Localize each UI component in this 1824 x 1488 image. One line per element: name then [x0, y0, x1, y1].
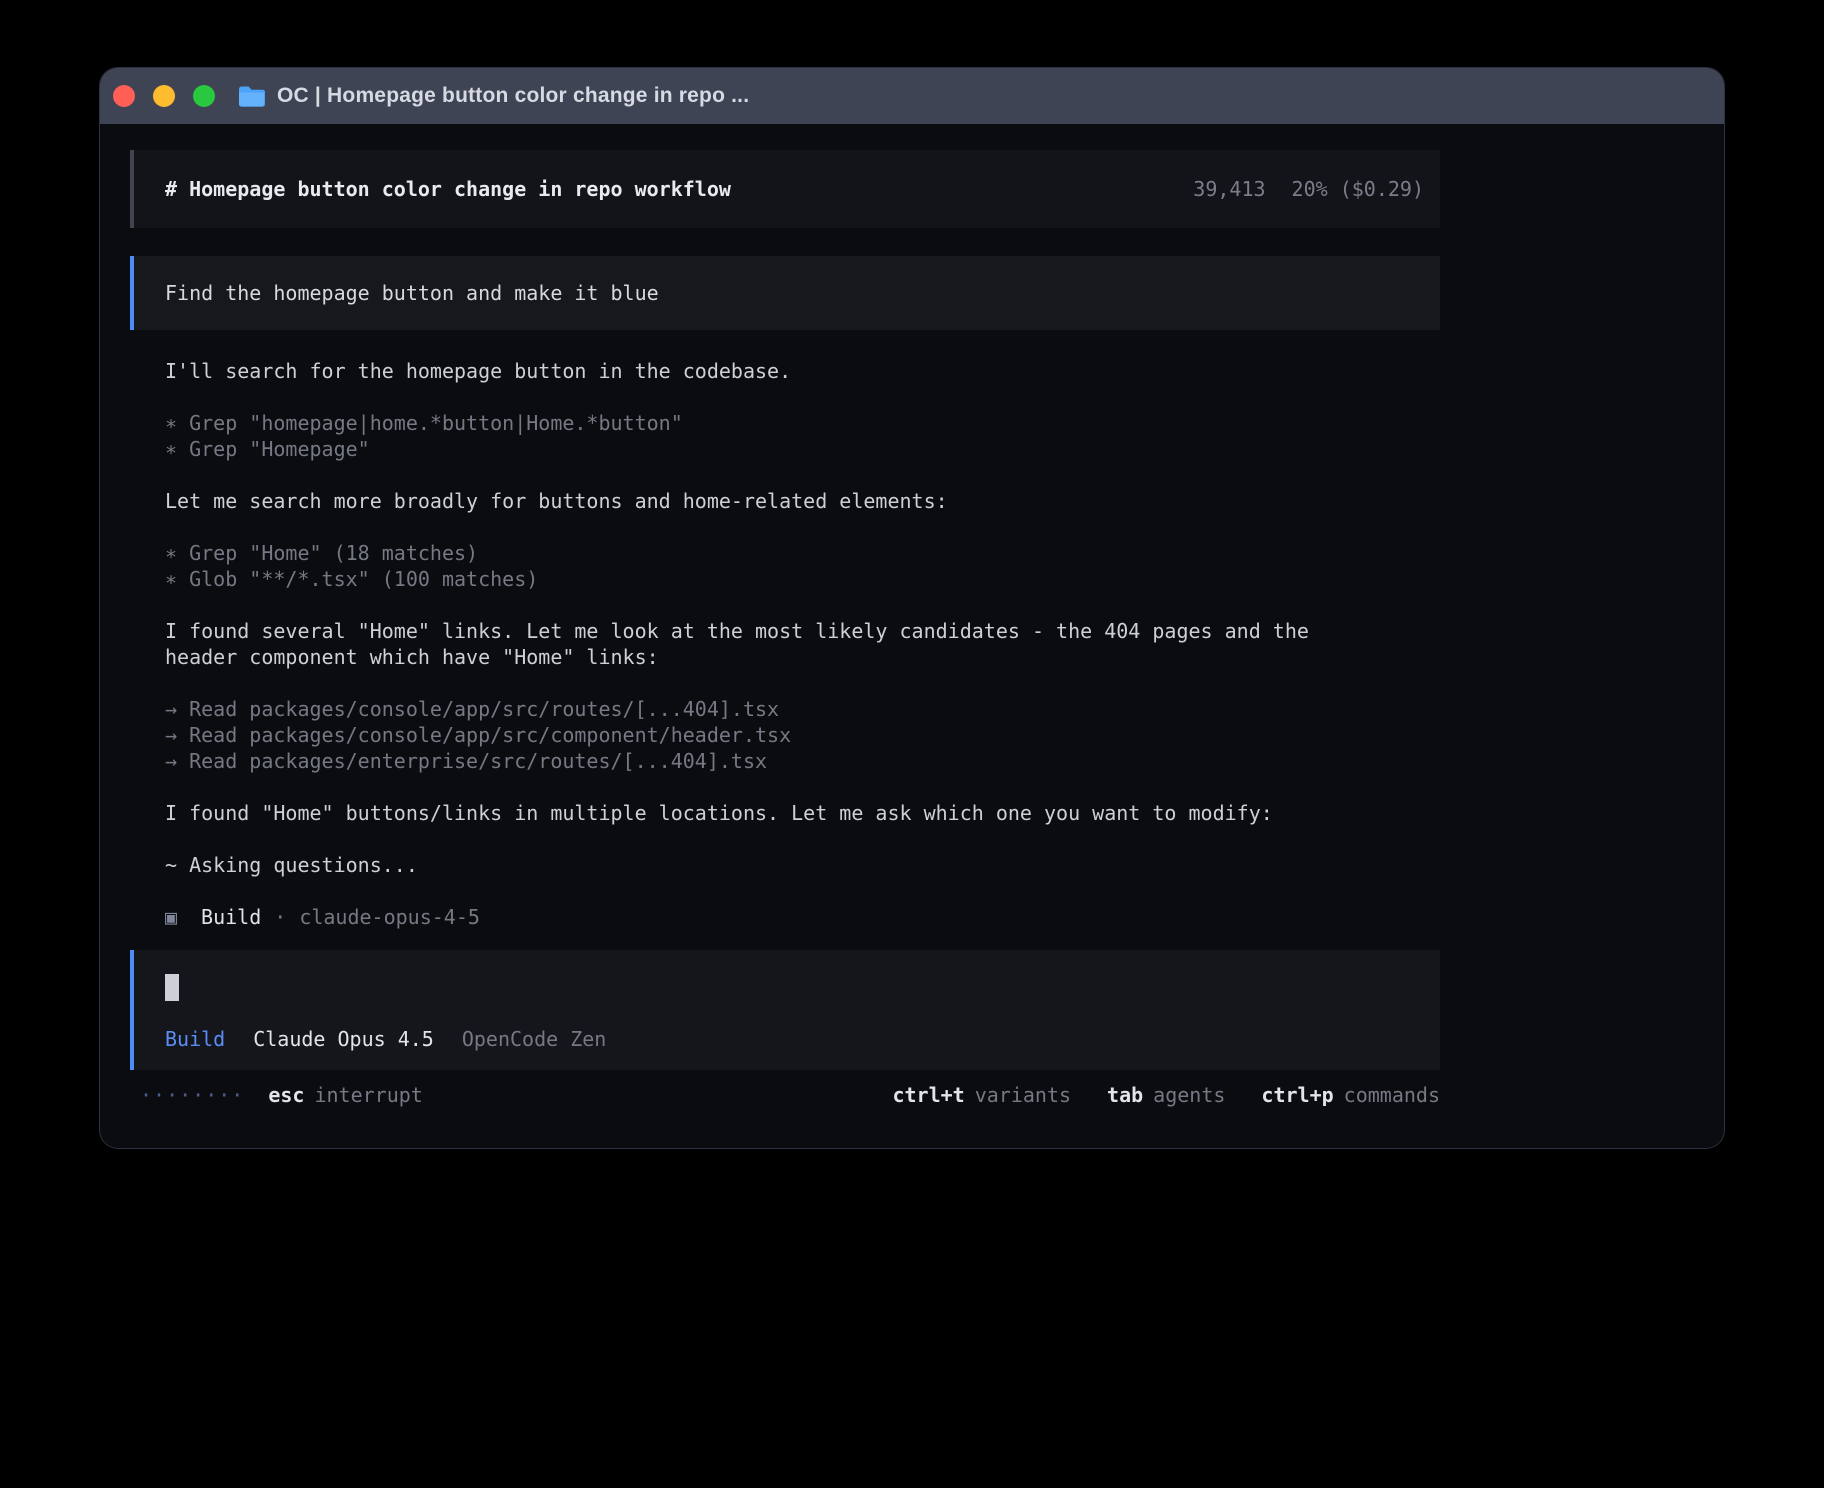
tool-call-grep: ∗ Grep "Home" (18 matches) — [165, 540, 1355, 566]
conversation: I'll search for the homepage button in t… — [130, 358, 1355, 930]
traffic-lights — [113, 85, 215, 107]
tool-call-read: → Read packages/console/app/src/componen… — [165, 722, 1355, 748]
assistant-message: I found "Home" buttons/links in multiple… — [165, 800, 1355, 826]
tool-call-read: → Read packages/enterprise/src/routes/[.… — [165, 748, 1355, 774]
status-bar-right: ctrl+t variants tab agents ctrl+p comman… — [892, 1082, 1440, 1108]
context-usage: 20% ($0.29) — [1292, 177, 1424, 201]
input-model-label: Claude Opus 4.5 — [253, 1026, 434, 1052]
shortcut-label: agents — [1153, 1082, 1225, 1108]
token-count: 39,413 — [1193, 177, 1265, 201]
shortcut-label: commands — [1344, 1082, 1440, 1108]
text-cursor — [165, 974, 179, 1001]
input-status-line: Build Claude Opus 4.5 OpenCode Zen — [165, 1026, 1440, 1052]
session-title: # Homepage button color change in repo w… — [165, 177, 731, 201]
shortcut-key: ctrl+t — [892, 1082, 964, 1108]
zoom-button[interactable] — [193, 85, 215, 107]
agent-status-row: ▣ Build · claude-opus-4-5 — [165, 904, 1355, 930]
tool-call-read: → Read packages/console/app/src/routes/[… — [165, 696, 1355, 722]
tool-call-grep: ∗ Grep "homepage|home.*button|Home.*butt… — [165, 410, 1355, 436]
shortcut-commands: ctrl+p commands — [1261, 1082, 1440, 1108]
assistant-message: I found several "Home" links. Let me loo… — [165, 618, 1355, 670]
status-bar: ········ esc interrupt ctrl+t variants t… — [130, 1082, 1440, 1108]
esc-key-label: esc — [268, 1082, 304, 1108]
shortcut-agents: tab agents — [1107, 1082, 1225, 1108]
terminal-window: OC | Homepage button color change in rep… — [100, 68, 1724, 1148]
user-message: Find the homepage button and make it blu… — [130, 256, 1440, 330]
terminal-content: # Homepage button color change in repo w… — [130, 150, 1440, 1108]
assistant-message: Let me search more broadly for buttons a… — [165, 488, 1355, 514]
shortcut-variants: ctrl+t variants — [892, 1082, 1071, 1108]
spinner-dots: ········ — [140, 1082, 244, 1108]
shortcut-key: tab — [1107, 1082, 1143, 1108]
session-stats: 39,413 20% ($0.29) — [1193, 177, 1424, 201]
shortcut-interrupt: esc interrupt — [268, 1082, 423, 1108]
folder-icon — [238, 85, 265, 107]
window-titlebar[interactable]: OC | Homepage button color change in rep… — [100, 68, 1724, 124]
agent-model: claude-opus-4-5 — [299, 904, 480, 930]
user-message-text: Find the homepage button and make it blu… — [165, 281, 659, 305]
tool-call-grep: ∗ Grep "Homepage" — [165, 436, 1355, 462]
shortcut-key: ctrl+p — [1261, 1082, 1333, 1108]
status-message: ~ Asking questions... — [165, 852, 1355, 878]
agent-badge-icon: ▣ — [165, 904, 177, 930]
separator-dot: · — [274, 904, 286, 930]
agent-name: Build — [201, 904, 261, 930]
minimize-button[interactable] — [153, 85, 175, 107]
input-agent-label[interactable]: Build — [165, 1026, 225, 1052]
assistant-message: I'll search for the homepage button in t… — [165, 358, 1355, 384]
shortcut-label: variants — [975, 1082, 1071, 1108]
session-header: # Homepage button color change in repo w… — [130, 150, 1440, 228]
window-title: OC | Homepage button color change in rep… — [277, 84, 749, 108]
close-button[interactable] — [113, 85, 135, 107]
tool-call-glob: ∗ Glob "**/*.tsx" (100 matches) — [165, 566, 1355, 592]
esc-key-action: interrupt — [314, 1082, 422, 1108]
prompt-input[interactable]: Build Claude Opus 4.5 OpenCode Zen — [130, 950, 1440, 1070]
status-bar-left: ········ esc interrupt — [140, 1082, 423, 1108]
input-provider-label: OpenCode Zen — [462, 1026, 607, 1052]
